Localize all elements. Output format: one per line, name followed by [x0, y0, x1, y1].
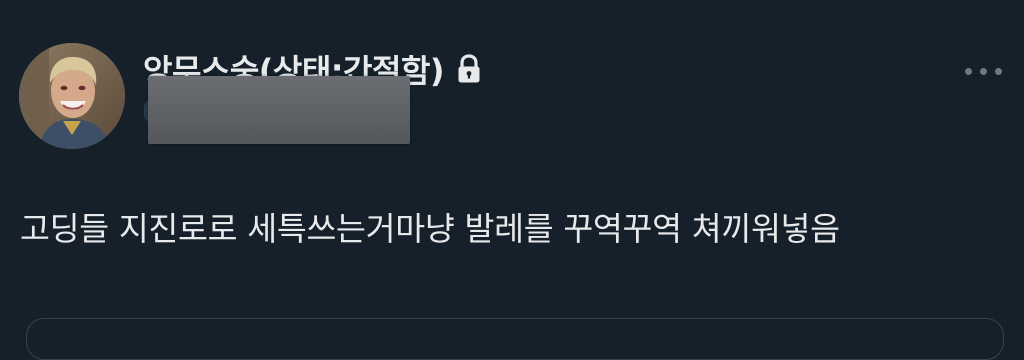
quote-card[interactable] — [26, 318, 1004, 360]
lock-icon — [456, 54, 482, 84]
redacted-handle — [148, 76, 410, 144]
more-horizontal-icon — [964, 67, 972, 75]
tweet-text: 고딩들 지진로로 세특쓰는거마냥 발레를 꾸역꾸역 쳐끼워넣음 — [20, 210, 840, 248]
person-avatar-icon — [19, 43, 125, 149]
avatar[interactable] — [19, 43, 125, 149]
more-dot-3 — [994, 67, 1002, 75]
tweet: 앙무스숭(상태:간절함) 고딩들 지진로로 세특쓰는거마냥 발레를 꾸역꾸역 쳐… — [0, 0, 1024, 360]
more-dot-2 — [979, 67, 987, 75]
more-button[interactable] — [958, 56, 1008, 86]
